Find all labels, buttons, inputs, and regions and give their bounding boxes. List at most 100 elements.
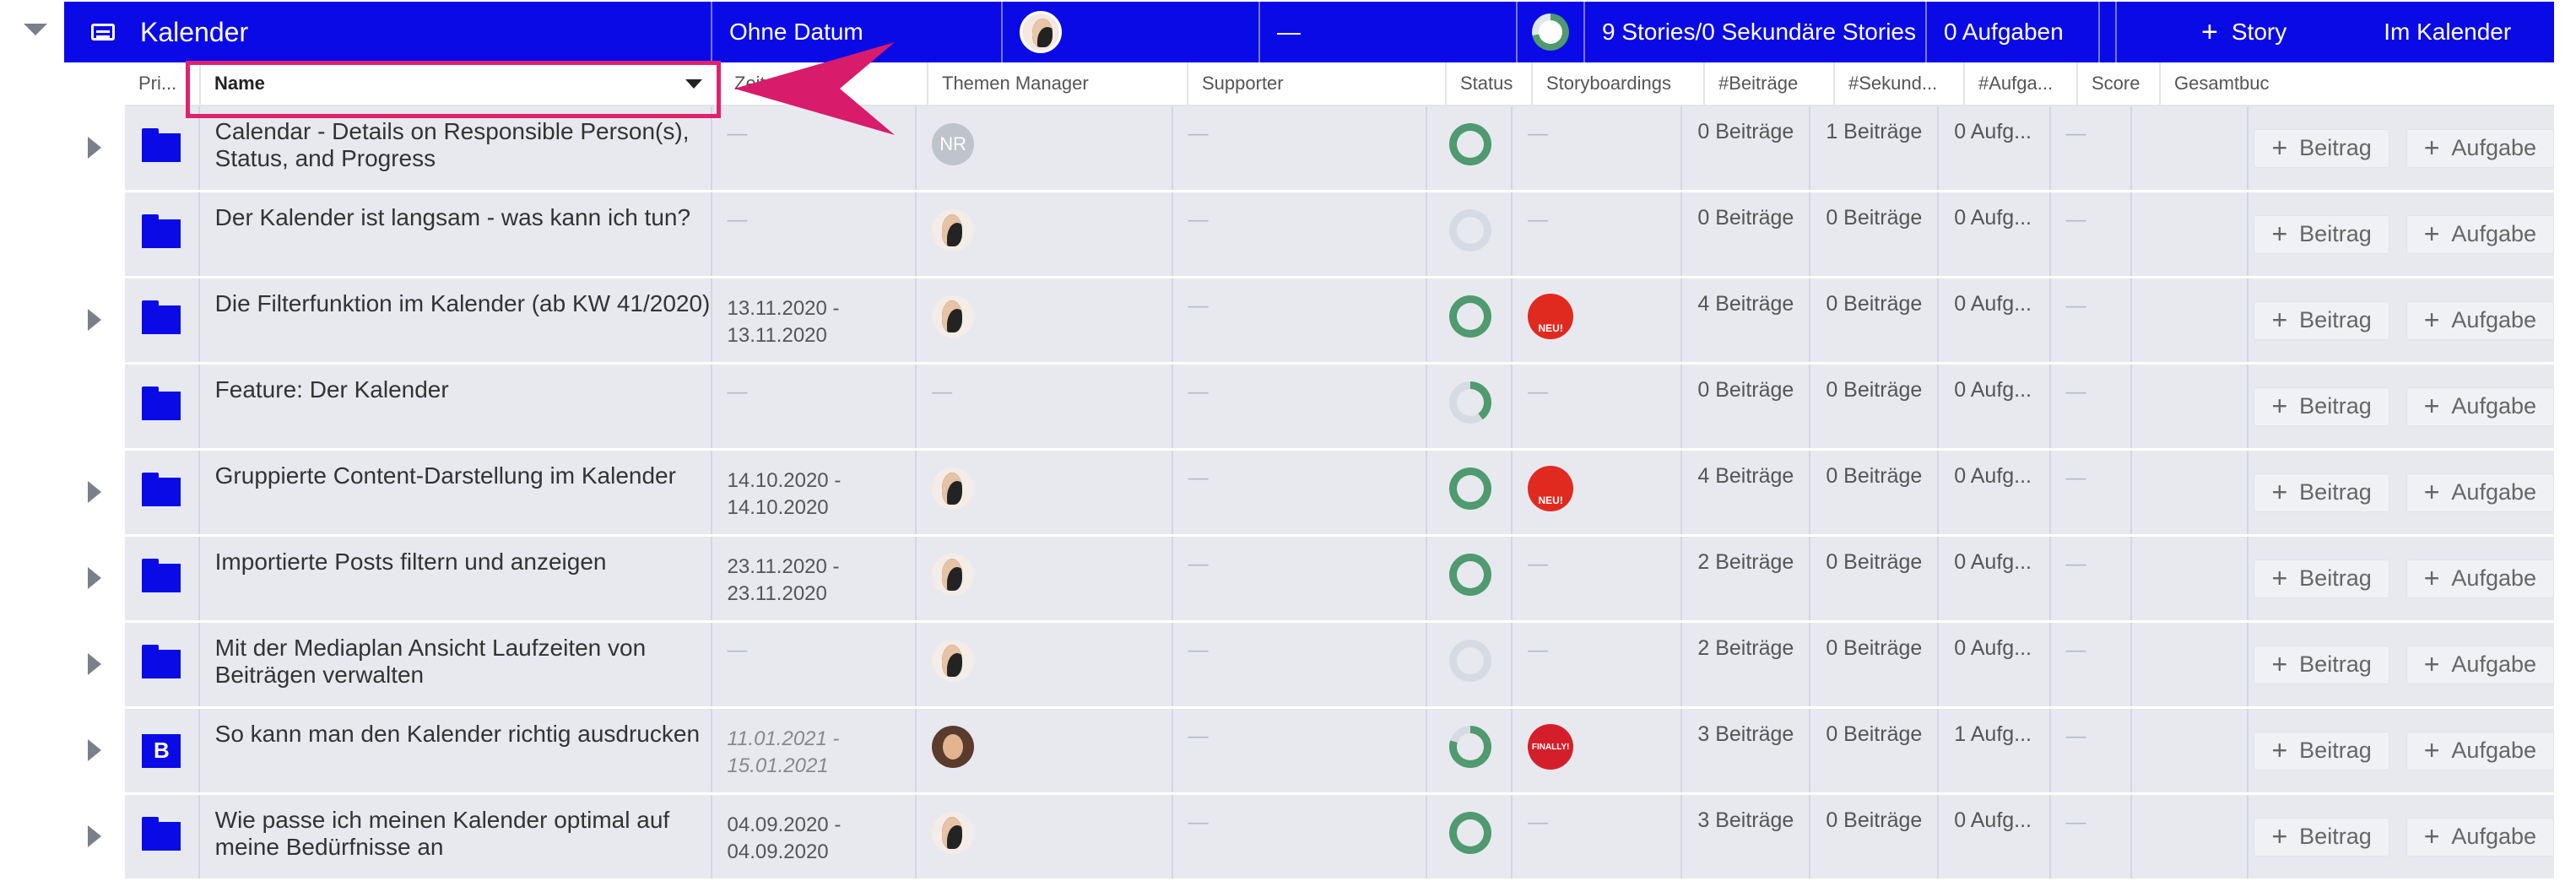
status-progress-ring-icon bbox=[1449, 381, 1492, 424]
avatar[interactable] bbox=[932, 726, 975, 768]
table-row[interactable]: Der Kalender ist langsam - was kann ich … bbox=[125, 192, 2555, 276]
add-aufgabe-button[interactable]: + Aufgabe bbox=[2406, 473, 2555, 512]
add-aufgabe-button[interactable]: + Aufgabe bbox=[2406, 128, 2555, 168]
beitraege-count: 4 Beiträge bbox=[1682, 278, 1811, 362]
column-header-zeitraum[interactable]: Zeitraum bbox=[721, 62, 928, 105]
avatar[interactable]: NR bbox=[932, 123, 975, 165]
story-name[interactable]: So kann man den Kalender richtig ausdruc… bbox=[200, 709, 712, 792]
expand-row-icon[interactable] bbox=[88, 739, 101, 761]
priority-cell: B bbox=[125, 709, 200, 792]
table-row[interactable]: Importierte Posts filtern und anzeigen 23… bbox=[88, 537, 2555, 620]
add-aufgabe-button[interactable]: + Aufgabe bbox=[2406, 386, 2555, 426]
column-header-themen-manager[interactable]: Themen Manager bbox=[928, 62, 1188, 105]
zeitraum-cell: 23.11.2020 - 23.11.2020 bbox=[712, 537, 917, 620]
column-header-priority[interactable]: Pri... bbox=[125, 62, 201, 105]
add-beitrag-button[interactable]: + Beitrag bbox=[2254, 559, 2389, 598]
add-aufgabe-button[interactable]: + Aufgabe bbox=[2406, 300, 2555, 340]
add-beitrag-button[interactable]: + Beitrag bbox=[2254, 473, 2389, 512]
storyboard-badge-icon[interactable]: NEU! bbox=[1528, 294, 1574, 339]
column-header-score[interactable]: Score bbox=[2078, 62, 2161, 105]
group-collapse-toggle[interactable] bbox=[24, 24, 47, 35]
row-actions: + Beitrag + Aufgabe bbox=[2249, 106, 2555, 190]
avatar[interactable] bbox=[932, 812, 975, 854]
table-row[interactable]: Die Filterfunktion im Kalender (ab KW 41… bbox=[88, 278, 2555, 362]
add-beitrag-button[interactable]: + Beitrag bbox=[2254, 300, 2389, 340]
sort-desc-icon[interactable] bbox=[685, 79, 702, 89]
add-beitrag-button[interactable]: + Beitrag bbox=[2254, 817, 2389, 857]
supporter-value: — bbox=[1188, 295, 1209, 317]
group-title-cell: Kalender bbox=[64, 2, 712, 62]
expand-row-icon[interactable] bbox=[88, 567, 101, 589]
sekundaer-count: 0 Beiträge bbox=[1810, 278, 1940, 362]
table-row[interactable]: Wie passe ich meinen Kalender optimal au… bbox=[88, 795, 2555, 878]
story-name[interactable]: Der Kalender ist langsam - was kann ich … bbox=[200, 192, 712, 276]
add-aufgabe-button[interactable]: + Aufgabe bbox=[2406, 559, 2555, 598]
expand-row-icon[interactable] bbox=[88, 309, 101, 331]
story-name[interactable]: Die Filterfunktion im Kalender (ab KW 41… bbox=[200, 278, 712, 362]
column-header-supporter[interactable]: Supporter bbox=[1188, 62, 1447, 105]
add-aufgabe-button[interactable]: + Aufgabe bbox=[2406, 731, 2555, 770]
storyboardings-cell: — bbox=[1513, 365, 1683, 448]
column-header-name[interactable]: Name bbox=[201, 62, 721, 105]
add-beitrag-button[interactable]: + Beitrag bbox=[2254, 128, 2389, 168]
add-beitrag-label: Beitrag bbox=[2299, 565, 2372, 591]
group-status-cell bbox=[1518, 2, 1585, 62]
avatar[interactable] bbox=[932, 209, 975, 251]
add-aufgabe-button[interactable]: + Aufgabe bbox=[2406, 645, 2555, 684]
column-header-beitraege[interactable]: #Beiträge bbox=[1705, 62, 1835, 105]
expand-row-icon[interactable] bbox=[88, 653, 101, 675]
supporter-cell: — bbox=[1173, 278, 1428, 362]
storyboard-badge-icon[interactable]: FINALLY! bbox=[1528, 724, 1574, 770]
column-header-status[interactable]: Status bbox=[1447, 62, 1533, 105]
plus-icon: + bbox=[2423, 391, 2440, 421]
plus-icon: + bbox=[2423, 649, 2440, 679]
plus-icon: + bbox=[2271, 391, 2288, 421]
story-name[interactable]: Wie passe ich meinen Kalender optimal au… bbox=[200, 795, 712, 878]
table-row[interactable]: B So kann man den Kalender richtig ausdru… bbox=[88, 709, 2555, 792]
story-name[interactable]: Gruppierte Content-Darstellung im Kalend… bbox=[200, 451, 712, 534]
add-aufgabe-label: Aufgabe bbox=[2451, 221, 2537, 246]
add-aufgabe-label: Aufgabe bbox=[2451, 824, 2537, 849]
add-story-button[interactable]: + Story bbox=[2201, 16, 2286, 49]
column-header-gesamtbudget[interactable]: Gesamtbuc bbox=[2161, 62, 2279, 105]
avatar[interactable] bbox=[1020, 11, 1062, 53]
expand-row-icon[interactable] bbox=[88, 825, 101, 847]
score-value: — bbox=[2065, 553, 2086, 576]
table-row[interactable]: Feature: Der Kalender — — — — 0 Beiträge 0 Bei… bbox=[125, 365, 2555, 448]
in-calendar-button[interactable]: Im Kalender bbox=[2384, 19, 2511, 46]
row-actions: + Beitrag + Aufgabe bbox=[2249, 365, 2555, 448]
add-beitrag-button[interactable]: + Beitrag bbox=[2254, 731, 2389, 770]
add-beitrag-button[interactable]: + Beitrag bbox=[2254, 386, 2389, 426]
folder-icon bbox=[142, 472, 181, 506]
folder-icon bbox=[142, 816, 181, 851]
column-header-sekundaer[interactable]: #Sekund... bbox=[1835, 62, 1965, 105]
avatar[interactable] bbox=[932, 468, 975, 510]
storyboard-badge-icon[interactable]: NEU! bbox=[1528, 466, 1574, 511]
expand-row-icon[interactable] bbox=[88, 137, 101, 159]
add-beitrag-label: Beitrag bbox=[2299, 738, 2372, 763]
column-header-name-label: Name bbox=[214, 73, 265, 94]
column-header-aufgaben[interactable]: #Aufga... bbox=[1965, 62, 2078, 105]
story-name[interactable]: Feature: Der Kalender bbox=[200, 365, 712, 448]
avatar[interactable] bbox=[932, 295, 975, 338]
story-name[interactable]: Importierte Posts filtern und anzeigen bbox=[200, 537, 712, 620]
add-aufgabe-button[interactable]: + Aufgabe bbox=[2406, 817, 2555, 857]
score-cell: — bbox=[2051, 278, 2133, 362]
add-beitrag-button[interactable]: + Beitrag bbox=[2254, 214, 2389, 254]
avatar[interactable] bbox=[932, 554, 975, 596]
add-aufgabe-button[interactable]: + Aufgabe bbox=[2406, 214, 2555, 254]
table-row[interactable]: Calendar - Details on Responsible Person… bbox=[88, 106, 2555, 190]
story-name[interactable]: Mit der Mediaplan Ansicht Laufzeiten von… bbox=[200, 623, 712, 706]
add-beitrag-button[interactable]: + Beitrag bbox=[2254, 645, 2389, 684]
story-name[interactable]: Calendar - Details on Responsible Person… bbox=[200, 106, 712, 190]
table-row[interactable]: Gruppierte Content-Darstellung im Kalend… bbox=[88, 451, 2555, 534]
themen-manager-cell: NR bbox=[917, 106, 1173, 190]
gesamtbudget-cell bbox=[2132, 537, 2249, 620]
table-row[interactable]: Mit der Mediaplan Ansicht Laufzeiten von… bbox=[88, 623, 2555, 706]
score-value: — bbox=[2065, 122, 2086, 145]
avatar[interactable] bbox=[932, 640, 975, 682]
blog-icon: B bbox=[142, 733, 181, 768]
column-header-storyboardings[interactable]: Storyboardings bbox=[1533, 62, 1705, 105]
expand-row-icon[interactable] bbox=[88, 481, 101, 503]
group-spacer bbox=[2100, 2, 2117, 62]
